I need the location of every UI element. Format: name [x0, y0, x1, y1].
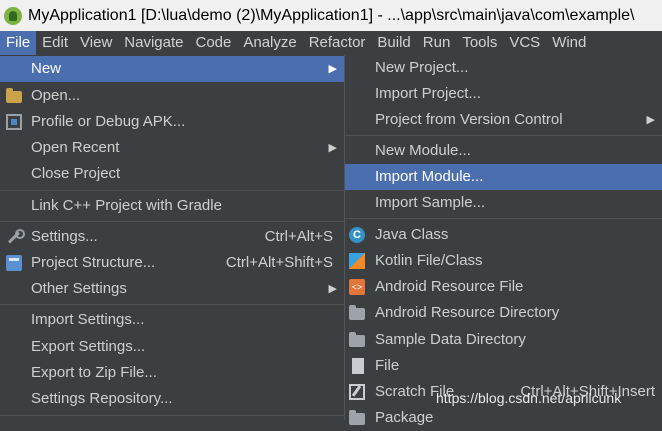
folder-icon	[349, 305, 365, 320]
file-menu-open-label: Open...	[31, 87, 81, 104]
submenu-arrow-icon: ▶	[328, 63, 337, 75]
menu-build[interactable]: Build	[371, 31, 416, 55]
apk-icon	[6, 114, 22, 130]
menu-separator	[0, 415, 345, 416]
settings-shortcut: Ctrl+Alt+S	[264, 228, 333, 245]
file-menu-link-cpp[interactable]: Link C++ Project with Gradle	[0, 193, 345, 219]
file-menu-project-structure-label: Project Structure...	[31, 254, 156, 271]
folder-icon	[349, 332, 365, 347]
sample-data-directory-item[interactable]: Sample Data Directory	[345, 327, 662, 353]
file-menu-close-project[interactable]: Close Project	[0, 161, 345, 187]
menu-run[interactable]: Run	[417, 31, 457, 55]
file-menu-new[interactable]: New ▶	[0, 56, 345, 82]
android-resource-directory-label: Android Resource Directory	[375, 304, 560, 321]
menu-separator	[345, 218, 662, 219]
menu-edit[interactable]: Edit	[36, 31, 74, 55]
file-menu-profile-debug-apk-label: Profile or Debug APK...	[31, 113, 186, 130]
scratch-file-icon	[349, 384, 365, 400]
android-resource-icon: <>	[349, 279, 365, 295]
menu-view[interactable]: View	[74, 31, 118, 55]
file-label: File	[375, 357, 400, 374]
new-module-label: New Module...	[375, 142, 471, 159]
package-item[interactable]: Package	[345, 405, 662, 431]
import-project-item[interactable]: Import Project...	[345, 81, 662, 107]
watermark-text: https://blog.csdn.net/aprilcunk	[436, 390, 622, 406]
import-module-item[interactable]: Import Module...	[345, 164, 662, 190]
menu-refactor[interactable]: Refactor	[303, 31, 372, 55]
file-icon	[352, 358, 364, 374]
import-sample-label: Import Sample...	[375, 194, 486, 211]
new-module-item[interactable]: New Module...	[345, 138, 662, 164]
android-studio-app-icon	[4, 6, 22, 25]
file-menu-export-zip[interactable]: Export to Zip File...	[0, 360, 345, 386]
sample-data-directory-label: Sample Data Directory	[375, 331, 526, 348]
menu-file[interactable]: File	[0, 31, 37, 55]
android-resource-file-item[interactable]: <> Android Resource File	[345, 274, 662, 300]
import-sample-item[interactable]: Import Sample...	[345, 190, 662, 216]
file-menu-settings-label: Settings...	[31, 228, 98, 245]
package-label: Package	[375, 409, 434, 426]
project-from-vcs-item[interactable]: Project from Version Control ▶	[345, 107, 662, 133]
import-project-label: Import Project...	[375, 85, 481, 102]
menu-tools[interactable]: Tools	[456, 31, 503, 55]
window-titlebar: MyApplication1 [D:\lua\demo (2)\MyApplic…	[0, 0, 662, 31]
project-structure-icon	[6, 255, 22, 271]
menu-separator	[345, 135, 662, 136]
kotlin-icon	[349, 253, 365, 269]
menu-code[interactable]: Code	[189, 31, 237, 55]
file-menu-settings-repository[interactable]: Settings Repository...	[0, 386, 345, 412]
new-project-label: New Project...	[375, 59, 469, 76]
import-module-label: Import Module...	[375, 168, 484, 185]
file-menu-other-settings-label: Other Settings	[31, 280, 127, 297]
file-menu-import-settings-label: Import Settings...	[31, 311, 145, 328]
file-menu-export-settings-label: Export Settings...	[31, 338, 146, 355]
menu-separator	[0, 304, 345, 305]
java-class-icon: C	[349, 227, 365, 243]
android-resource-file-label: Android Resource File	[375, 278, 524, 295]
submenu-arrow-icon: ▶	[646, 114, 655, 126]
wrench-icon	[6, 229, 25, 245]
menu-navigate[interactable]: Navigate	[118, 31, 189, 55]
submenu-arrow-icon: ▶	[328, 283, 337, 295]
file-menu-link-cpp-label: Link C++ Project with Gradle	[31, 197, 222, 214]
file-menu-open-recent[interactable]: Open Recent ▶	[0, 135, 345, 161]
file-menu-project-structure[interactable]: Project Structure... Ctrl+Alt+Shift+S	[0, 250, 345, 276]
java-class-label: Java Class	[375, 226, 449, 243]
file-menu-settings-repository-label: Settings Repository...	[31, 390, 173, 407]
file-menu-settings[interactable]: Settings... Ctrl+Alt+S	[0, 224, 345, 250]
new-project-item[interactable]: New Project...	[345, 55, 662, 81]
file-item[interactable]: File	[345, 353, 662, 379]
file-menu-export-zip-label: Export to Zip File...	[31, 364, 157, 381]
file-menu-new-label: New	[31, 60, 62, 77]
file-menu-other-settings[interactable]: Other Settings ▶	[0, 276, 345, 302]
project-from-vcs-label: Project from Version Control	[375, 111, 563, 128]
menu-vcs[interactable]: VCS	[503, 31, 546, 55]
kotlin-file-item[interactable]: Kotlin File/Class	[345, 248, 662, 274]
file-menu-close-project-label: Close Project	[31, 165, 121, 182]
menu-separator	[0, 190, 345, 191]
file-menu-profile-debug-apk[interactable]: Profile or Debug APK...	[0, 109, 345, 135]
kotlin-file-label: Kotlin File/Class	[375, 252, 483, 269]
submenu-arrow-icon: ▶	[328, 142, 337, 154]
package-icon	[349, 410, 365, 425]
android-resource-directory-item[interactable]: Android Resource Directory	[345, 300, 662, 326]
folder-open-icon	[6, 88, 22, 103]
java-class-item[interactable]: C Java Class	[345, 222, 662, 248]
project-structure-shortcut: Ctrl+Alt+Shift+S	[225, 254, 333, 271]
window-title: MyApplication1 [D:\lua\demo (2)\MyApplic…	[28, 6, 635, 24]
menu-separator	[0, 221, 345, 222]
menu-bar: File Edit View Navigate Code Analyze Ref…	[0, 31, 662, 55]
file-menu-import-settings[interactable]: Import Settings...	[0, 307, 345, 333]
file-menu-open[interactable]: Open...	[0, 83, 345, 109]
menu-analyze[interactable]: Analyze	[237, 31, 302, 55]
menu-window[interactable]: Wind	[546, 31, 592, 55]
new-submenu: New Project... Import Project... Project…	[344, 55, 662, 426]
file-menu-dropdown: New ▶ Open... Profile or Debug APK... Op…	[0, 55, 346, 420]
file-menu-open-recent-label: Open Recent	[31, 139, 120, 156]
file-menu-export-settings[interactable]: Export Settings...	[0, 334, 345, 360]
